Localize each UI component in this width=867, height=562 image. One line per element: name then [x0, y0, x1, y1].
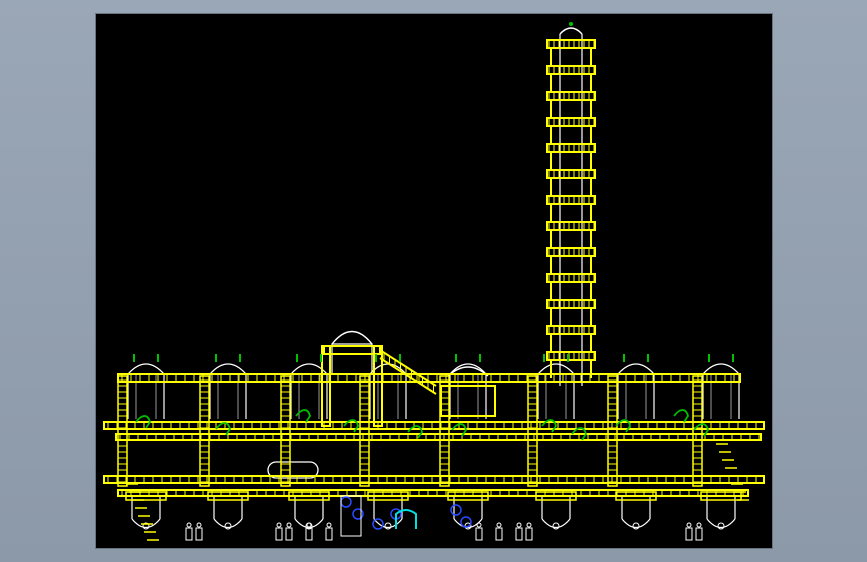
base-pump: [525, 527, 533, 541]
vessel-head: [702, 363, 740, 375]
instrument-bubble: [450, 504, 462, 516]
base-pump-head: [196, 522, 202, 528]
top-valve: [215, 354, 241, 362]
base-pump: [275, 527, 283, 541]
instrument-group: [340, 495, 472, 537]
column-tower: [546, 39, 596, 378]
base-pump: [305, 527, 313, 541]
cad-viewport[interactable]: [95, 13, 773, 549]
base-pump-head: [516, 522, 522, 528]
valve-group: [133, 22, 734, 441]
base-pump-head: [696, 522, 702, 528]
instrument-bubble: [340, 496, 352, 508]
base-pump-head: [526, 522, 532, 528]
steel-structure: [103, 345, 765, 541]
base-pump: [695, 527, 703, 541]
base-pump: [185, 527, 193, 541]
vessel-group: [127, 27, 740, 530]
valve-symbol: [295, 409, 311, 423]
top-valve: [455, 354, 481, 362]
central-column: [321, 345, 331, 427]
instrument-bubble: [372, 518, 384, 530]
base-pump-head: [496, 522, 502, 528]
base-pump: [685, 527, 693, 541]
elevation-drawing: [103, 22, 765, 541]
base-pump: [195, 527, 203, 541]
platform-beam: [115, 433, 762, 441]
top-valve: [133, 354, 159, 362]
top-valve: [708, 354, 734, 362]
central-vessel-head: [331, 330, 373, 345]
base-pump-head: [186, 522, 192, 528]
base-pump-head: [686, 522, 692, 528]
valve-symbol: [407, 425, 423, 439]
base-pump-head: [306, 522, 312, 528]
valve-symbol: [673, 409, 689, 423]
base-pump: [515, 527, 523, 541]
base-pump-head: [286, 522, 292, 528]
pump-pipe: [395, 509, 417, 529]
tower-head: [559, 27, 583, 35]
top-valve: [296, 354, 322, 362]
base-pump-head: [326, 522, 332, 528]
base-pump: [495, 527, 503, 541]
base-pump: [285, 527, 293, 541]
vessel-head: [449, 363, 487, 375]
vessel-head: [617, 363, 655, 375]
base-pump: [475, 527, 483, 541]
vessel-head: [209, 363, 247, 375]
central-vessel-shell: [331, 343, 373, 375]
vessel-head: [127, 363, 165, 375]
top-valve: [623, 354, 649, 362]
base-pump-head: [476, 522, 482, 528]
instrument-bubble: [460, 516, 472, 528]
tower-vent: [569, 22, 573, 26]
base-pump-head: [276, 522, 282, 528]
base-pump: [325, 527, 333, 541]
base-equipment: [185, 522, 703, 541]
vessel-head: [537, 363, 575, 375]
